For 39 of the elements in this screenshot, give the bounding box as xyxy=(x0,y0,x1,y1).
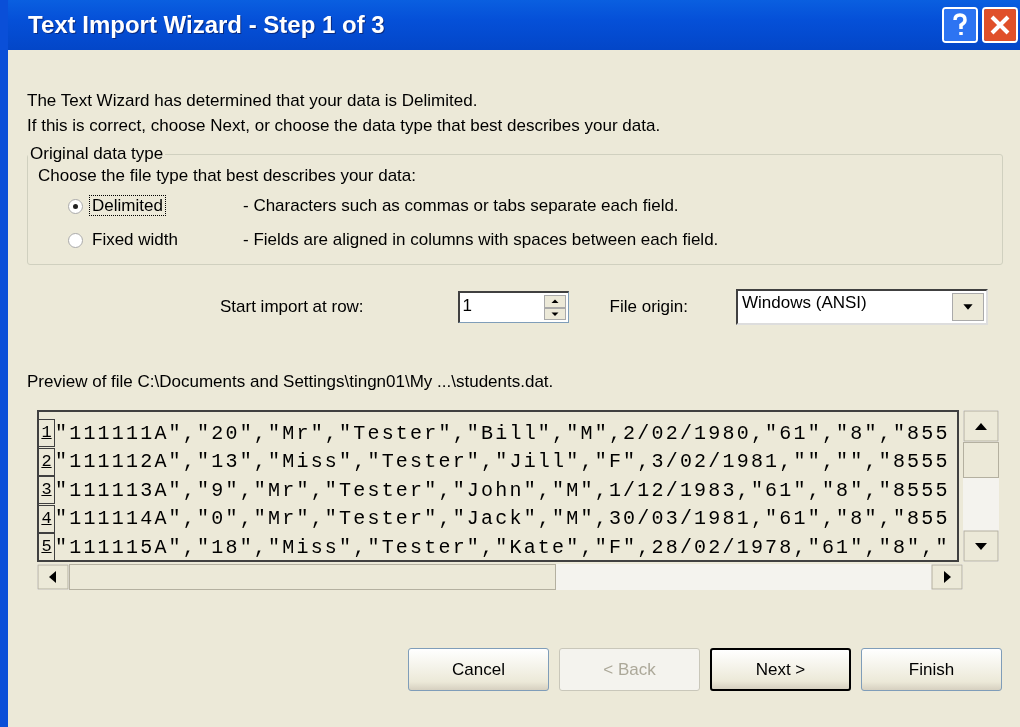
scroll-up-icon[interactable] xyxy=(963,410,999,442)
option-description: - Fields are aligned in columns with spaces between each field. xyxy=(243,230,719,250)
intro-text: If this is correct, choose Next, or choose the data type that best describes your data. xyxy=(27,115,662,137)
preview-row-text: "111115A","18","Miss","Tester","Kate","F",28/02/1978,"61","8"," xyxy=(55,535,950,559)
preview-row-text: "111112A","13","Miss","Tester","Jill","F",3/02/1981,"","","8555 xyxy=(55,450,950,474)
wizard-button[interactable]: Finish xyxy=(861,648,1002,691)
start-row-spinner[interactable]: 1 xyxy=(457,291,569,323)
preview-row-text: "111114A","0","Mr","Tester","Jack","M",30/03/1981,"61","8","855 xyxy=(55,507,950,531)
start-row-label: Start import at row: xyxy=(220,297,364,317)
preview-row-text: "111113A","9","Mr","Tester","John","M",1/12/1983,"61","8","8555 xyxy=(55,478,950,502)
row-number: 1 xyxy=(39,419,55,448)
row-number: 5 xyxy=(39,533,55,560)
radio-button[interactable] xyxy=(68,232,83,248)
radio-label[interactable]: Delimited xyxy=(90,196,165,215)
close-icon[interactable] xyxy=(982,7,1018,43)
file-origin-label: File origin: xyxy=(609,297,689,317)
row-number: 4 xyxy=(39,504,55,533)
group-title: Original data type xyxy=(29,144,165,164)
scroll-left-icon[interactable] xyxy=(37,564,69,590)
vertical-scrollbar[interactable] xyxy=(963,410,999,562)
radio-button[interactable] xyxy=(68,198,83,214)
group-prompt: Choose the file type that best describes your data: xyxy=(38,166,416,186)
file-origin-dropdown[interactable]: Windows (ANSI) xyxy=(736,289,989,325)
horizontal-scrollbar[interactable] xyxy=(37,564,963,590)
help-icon[interactable] xyxy=(942,7,978,43)
scroll-right-icon[interactable] xyxy=(931,564,963,590)
scroll-thumb[interactable] xyxy=(69,564,556,590)
scroll-thumb[interactable] xyxy=(963,442,999,478)
scroll-down-icon[interactable] xyxy=(963,530,999,562)
default-button[interactable]: Next > xyxy=(710,648,851,691)
option-description: - Characters such as commas or tabs separate each field. xyxy=(243,196,679,216)
wizard-button[interactable]: Cancel xyxy=(408,648,549,691)
row-number: 2 xyxy=(39,447,55,476)
radio-label[interactable]: Fixed width xyxy=(90,230,180,249)
window-title: Text Import Wizard - Step 1 of 3 xyxy=(28,11,386,39)
preview-label: Preview of file C:\Documents and Settings\tingn01\My ...\students.dat. xyxy=(27,372,554,392)
row-number: 3 xyxy=(39,476,55,505)
intro-text: The Text Wizard has determined that your data is Delimited. xyxy=(27,90,479,112)
preview-row-text: "111111A","20","Mr","Tester","Bill","M",2/02/1980,"61","8","855 xyxy=(55,421,950,445)
